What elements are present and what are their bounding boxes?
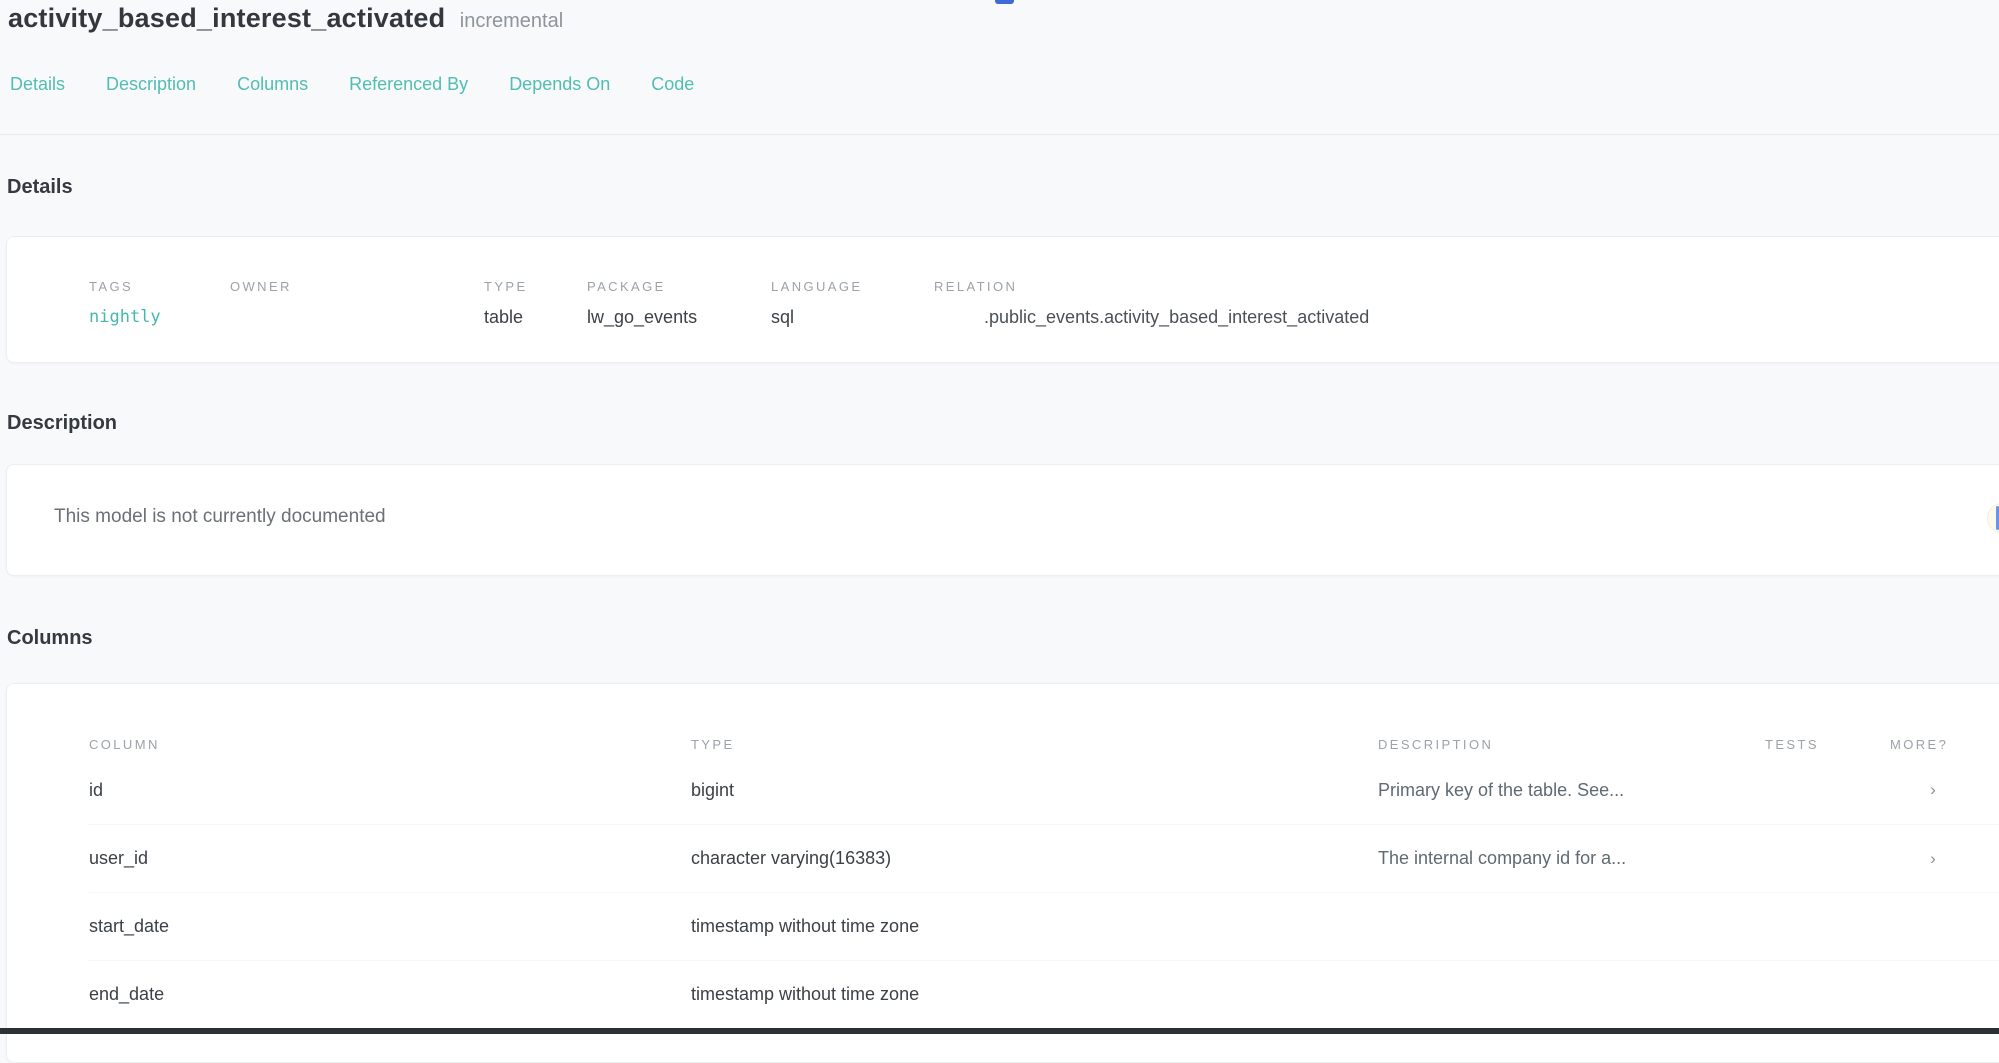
type-value: table — [484, 307, 587, 328]
header-type: TYPE — [691, 737, 1378, 752]
table-row[interactable]: start_date timestamp without time zone — [89, 892, 1999, 960]
tab-code[interactable]: Code — [651, 74, 694, 95]
header-description: DESCRIPTION — [1378, 737, 1765, 752]
field-package: PACKAGE lw_go_events — [587, 279, 771, 328]
column-name-cell: user_id — [89, 848, 691, 869]
language-value: sql — [771, 307, 934, 328]
language-label: LANGUAGE — [771, 279, 934, 294]
field-type: TYPE table — [484, 279, 587, 328]
package-value: lw_go_events — [587, 307, 771, 328]
header-more: MORE? — [1890, 737, 1976, 752]
header-tests: TESTS — [1765, 737, 1890, 752]
details-section-heading: Details — [0, 176, 1999, 199]
column-name-cell: id — [89, 780, 691, 801]
section-tabs: Details Description Columns Referenced B… — [0, 74, 1999, 95]
column-type-cell: character varying(16383) — [691, 848, 1378, 869]
row-expand-chevron-icon[interactable]: › — [1890, 849, 1976, 869]
window-bottom-edge — [0, 1028, 1999, 1034]
header-column: COLUMN — [89, 737, 691, 752]
column-type-cell: timestamp without time zone — [691, 984, 1378, 1005]
description-text: This model is not currently documented — [54, 506, 386, 527]
relation-label: RELATION — [934, 279, 1999, 294]
description-section-heading: Description — [0, 412, 1999, 435]
tags-label: TAGS — [89, 279, 230, 294]
details-card: TAGS nightly OWNER TYPE table PACKAGE lw… — [6, 236, 1999, 363]
table-row[interactable]: end_date timestamp without time zone — [89, 960, 1999, 1028]
field-relation: RELATION .public_events.activity_based_i… — [934, 279, 1999, 328]
type-label: TYPE — [484, 279, 587, 294]
description-card: This model is not currently documented — [6, 464, 1999, 576]
tab-description[interactable]: Description — [106, 74, 196, 95]
tag-nightly-link[interactable]: nightly — [89, 307, 230, 328]
columns-section-heading: Columns — [0, 627, 1999, 650]
row-expand-chevron-icon[interactable]: › — [1890, 780, 1976, 800]
materialization-badge: incremental — [460, 10, 563, 32]
field-owner: OWNER — [230, 279, 484, 328]
table-row[interactable]: id bigint Primary key of the table. See.… — [89, 756, 1999, 824]
package-label: PACKAGE — [587, 279, 771, 294]
tab-depends-on[interactable]: Depends On — [509, 74, 610, 95]
owner-label: OWNER — [230, 279, 484, 294]
column-name-cell: start_date — [89, 916, 691, 937]
column-name-cell: end_date — [89, 984, 691, 1005]
table-row[interactable]: user_id character varying(16383) The int… — [89, 824, 1999, 892]
columns-card: COLUMN TYPE DESCRIPTION TESTS MORE? id b… — [6, 683, 1999, 1063]
page-title: activity_based_interest_activated — [8, 3, 445, 33]
tab-details[interactable]: Details — [10, 74, 65, 95]
column-type-cell: bigint — [691, 780, 1378, 801]
header-divider — [0, 134, 1999, 135]
column-description-cell: The internal company id for a... — [1378, 848, 1765, 869]
field-language: LANGUAGE sql — [771, 279, 934, 328]
field-tags: TAGS nightly — [89, 279, 230, 328]
columns-table-header: COLUMN TYPE DESCRIPTION TESTS MORE? — [89, 732, 1999, 756]
owner-value — [230, 307, 484, 328]
relation-value: .public_events.activity_based_interest_a… — [934, 307, 1999, 328]
top-cutoff-link-sliver[interactable] — [995, 0, 1014, 4]
model-docs-page: activity_based_interest_activated increm… — [0, 0, 1999, 1034]
tab-referenced-by[interactable]: Referenced By — [349, 74, 468, 95]
model-header: activity_based_interest_activated increm… — [0, 0, 1999, 34]
column-type-cell: timestamp without time zone — [691, 916, 1378, 937]
column-description-cell: Primary key of the table. See... — [1378, 780, 1765, 801]
tab-columns[interactable]: Columns — [237, 74, 308, 95]
